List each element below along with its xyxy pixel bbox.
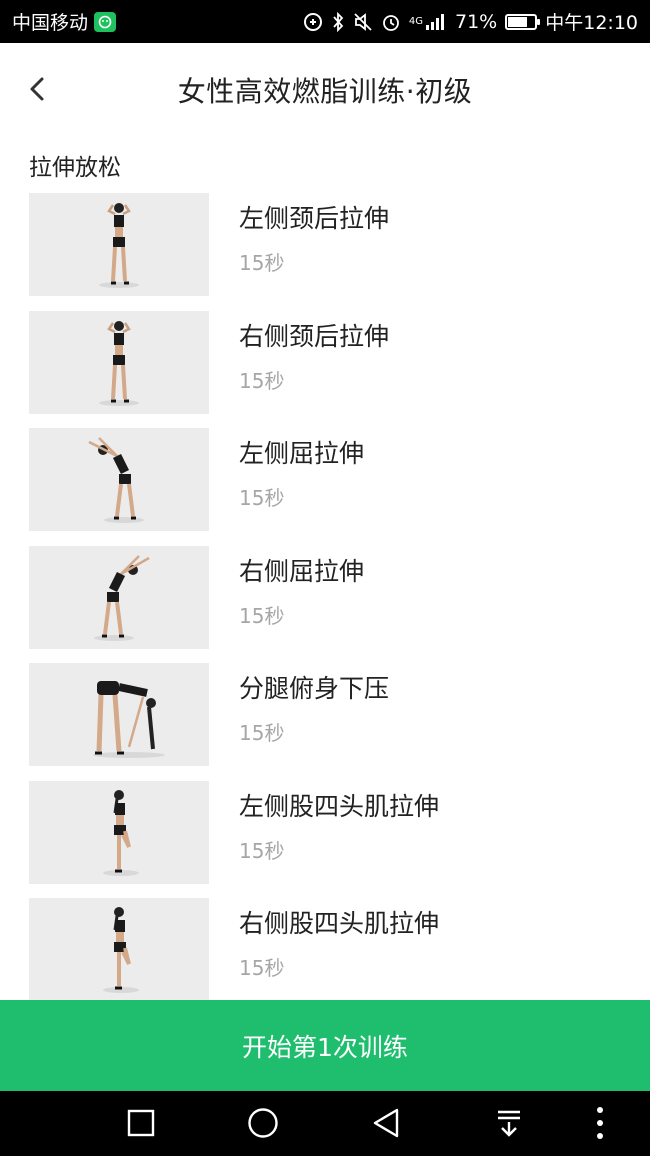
more-vertical-icon (597, 1107, 603, 1139)
exercise-name: 右侧屈拉伸 (239, 556, 365, 586)
list-item[interactable]: 左侧股四头肌拉伸 15秒 (0, 780, 650, 899)
exercise-thumbnail (29, 545, 209, 649)
exercise-name: 左侧股四头肌拉伸 (239, 791, 440, 821)
battery-level (508, 16, 527, 27)
exercise-name: 左侧颈后拉伸 (239, 204, 390, 233)
exercise-thumbnail (29, 193, 209, 296)
carrier-name: 中国移动 (12, 12, 89, 34)
back-nav-button[interactable] (368, 1105, 404, 1141)
chevron-left-icon (30, 77, 44, 101)
clock: 中午12:10 (545, 12, 638, 34)
exercise-figure-illustration (93, 681, 165, 758)
alarm-icon (381, 12, 401, 32)
bluetooth-icon (331, 11, 345, 32)
battery-icon (505, 13, 541, 30)
exercise-duration: 15秒 (239, 838, 285, 863)
exercise-duration: 15秒 (239, 368, 285, 393)
exercise-name: 右侧颈后拉伸 (239, 321, 390, 351)
exercise-thumbnail (29, 663, 209, 766)
signal-4g-icon: 4G (409, 13, 447, 31)
app-header: 女性高效燃脂训练·初级 (0, 43, 650, 137)
exercise-thumbnail (29, 310, 209, 414)
navigation-bar (0, 1091, 650, 1156)
exercise-name: 右侧股四头肌拉伸 (239, 909, 440, 938)
exercise-name: 左侧屈拉伸 (239, 439, 365, 468)
exercise-figure-illustration (99, 203, 139, 288)
exercise-thumbnail (29, 780, 209, 884)
exercise-figure-illustration (88, 437, 144, 523)
exercise-list: 左侧颈后拉伸 15秒 右侧颈后拉伸 15秒 左侧屈拉伸 15秒 右侧屈拉伸 15… (0, 193, 650, 1016)
home-button[interactable] (245, 1105, 281, 1141)
data-saver-icon (303, 12, 323, 32)
network-type: 4G (408, 16, 423, 27)
list-item[interactable]: 右侧颈后拉伸 15秒 (0, 310, 650, 429)
circle-home-icon (248, 1108, 278, 1138)
download-icon (498, 1110, 520, 1137)
battery-percent: 71% (455, 10, 498, 33)
status-bar: 中国移动 4G 71% 中午12:10 (0, 0, 650, 43)
list-item[interactable]: 右侧股四头肌拉伸 15秒 (0, 898, 650, 1016)
exercise-figure-illustration (99, 320, 139, 406)
square-icon (127, 1109, 155, 1137)
list-item[interactable]: 右侧屈拉伸 15秒 (0, 545, 650, 664)
list-item[interactable]: 左侧颈后拉伸 15秒 (0, 193, 650, 311)
notification-pull-button[interactable] (491, 1105, 527, 1141)
back-button[interactable] (22, 71, 52, 107)
exercise-thumbnail (29, 428, 209, 531)
list-item[interactable]: 分腿俯身下压 15秒 (0, 663, 650, 781)
start-training-button[interactable]: 开始第1次训练 (0, 1000, 650, 1091)
exercise-duration: 15秒 (239, 603, 285, 628)
wechat-notification-icon (94, 11, 117, 32)
more-options-button[interactable] (582, 1105, 618, 1141)
exercise-name: 分腿俯身下压 (239, 674, 390, 703)
exercise-duration: 15秒 (239, 251, 285, 275)
triangle-back-icon (373, 1108, 399, 1138)
section-title: 拉伸放松 (29, 155, 121, 181)
exercise-duration: 15秒 (239, 721, 285, 745)
mute-icon (353, 12, 373, 32)
exercise-duration: 15秒 (239, 486, 285, 510)
exercise-figure-illustration (94, 554, 150, 641)
recent-apps-button[interactable] (123, 1105, 159, 1141)
exercise-figure-illustration (103, 789, 139, 876)
exercise-duration: 15秒 (239, 956, 285, 980)
page-title: 女性高效燃脂训练·初级 (177, 75, 473, 108)
exercise-figure-illustration (103, 907, 139, 993)
list-item[interactable]: 左侧屈拉伸 15秒 (0, 428, 650, 546)
exercise-thumbnail (29, 898, 209, 1001)
